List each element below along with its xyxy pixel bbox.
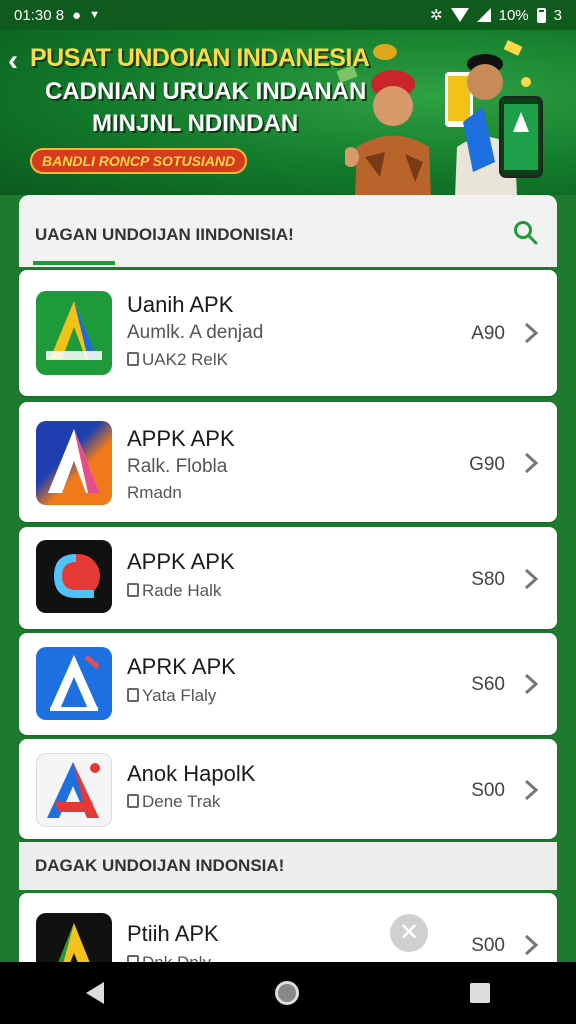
app-price: S60 xyxy=(471,674,505,695)
app-list-item[interactable]: Uanih APK Aumlk. A denjad UAK2 RelK A90 xyxy=(19,270,557,396)
nav-recents-icon[interactable] xyxy=(470,983,491,1003)
status-extra: 3 xyxy=(553,6,562,24)
status-time: 01:30 8 xyxy=(14,6,65,24)
app-description: Ralk. Flobla xyxy=(127,456,228,477)
status-bar: 01:30 8 ● ▼ ✲ 10% 3 xyxy=(0,0,576,30)
section-header: DAGAK UNDOIJAN INDONSIA! xyxy=(19,842,557,890)
app-icon xyxy=(36,753,112,827)
app-name: Anok HapolK xyxy=(127,761,256,786)
app-name: APRK APK xyxy=(127,654,236,679)
app-price: G90 xyxy=(469,454,505,475)
app-name: APPK APK xyxy=(127,426,235,451)
app-name: Uanih APK xyxy=(127,292,234,317)
nav-home-icon[interactable] xyxy=(274,981,299,1005)
chevron-right-icon xyxy=(524,452,539,474)
app-icon xyxy=(36,291,112,375)
banner-title: PUSAT UNDOIAN INDANESIA xyxy=(30,44,370,72)
file-icon xyxy=(127,583,139,597)
app-list-item[interactable]: APPK APK Rade Halk S80 xyxy=(19,527,557,629)
chevron-down-icon: ▼ xyxy=(89,9,100,21)
app-name: APPK APK xyxy=(127,549,235,574)
chevron-right-icon xyxy=(524,779,539,801)
chevron-right-icon xyxy=(524,322,539,344)
app-price: S00 xyxy=(471,780,505,801)
banner-subtitle-2: MINJNL NDINDAN xyxy=(92,110,299,137)
file-icon xyxy=(127,352,139,366)
app-list-item[interactable]: APRK APK Yata Flaly S60 xyxy=(19,633,557,735)
app-icon xyxy=(36,540,112,613)
notification-icon: ● xyxy=(72,6,82,24)
app-description: Aumlk. A denjad xyxy=(127,322,264,343)
file-icon xyxy=(127,794,139,808)
presenter-image xyxy=(345,70,431,195)
search-icon[interactable] xyxy=(513,220,539,246)
app-meta: Dene Trak xyxy=(127,792,220,812)
app-meta-text: UAK2 RelK xyxy=(142,350,228,369)
section-title: DAGAK UNDOIJAN INDONSIA! xyxy=(35,856,285,875)
system-nav-bar xyxy=(0,962,576,1024)
wifi-icon xyxy=(450,8,469,22)
app-name: Ptiih APK xyxy=(127,921,219,946)
file-icon xyxy=(127,688,139,702)
chevron-right-icon xyxy=(524,934,539,956)
chevron-right-icon xyxy=(524,568,539,590)
app-meta: UAK2 RelK xyxy=(127,350,228,370)
app-description: Rade Halk xyxy=(142,581,222,600)
app-description: Dene Trak xyxy=(142,792,221,811)
battery-percent: 10% xyxy=(498,6,529,24)
app-icon xyxy=(36,647,112,720)
app-meta: Yata Flaly xyxy=(127,686,216,706)
app-meta: Rade Halk xyxy=(127,581,221,601)
app-icon xyxy=(36,421,112,505)
app-description: Yata Flaly xyxy=(142,686,217,705)
promo-button[interactable]: BANDLI RONCP SOTUSIAND xyxy=(30,148,248,174)
nav-back-icon[interactable] xyxy=(85,982,104,1004)
chevron-right-icon xyxy=(524,673,539,695)
settings-icon: ✲ xyxy=(430,7,443,24)
signal-icon xyxy=(476,8,491,22)
promo-banner[interactable]: ‹ PUSAT UNDOIAN INDANESIA CADNIAN URUAK … xyxy=(0,30,576,195)
app-price: S00 xyxy=(471,935,505,956)
app-meta-text: Rmadn xyxy=(127,483,182,502)
banner-subtitle-1: CADNIAN URUAK INDANAN xyxy=(45,78,367,105)
app-list-item[interactable]: APPK APK Ralk. Flobla Rmadn G90 xyxy=(19,402,557,522)
close-icon[interactable]: ✕ xyxy=(390,914,428,952)
back-arrow-icon[interactable]: ‹ xyxy=(8,44,18,78)
app-price: A90 xyxy=(471,323,505,344)
app-list-item[interactable]: Anok HapolK Dene Trak S00 xyxy=(19,739,557,839)
list-header-card: UAGAN UNDOIJAN IINDONISIA! xyxy=(19,195,557,267)
presenter-with-phone-image xyxy=(445,54,543,195)
list-header-title: UAGAN UNDOIJAN IINDONISIA! xyxy=(35,225,294,244)
battery-icon xyxy=(536,7,546,23)
tab-indicator xyxy=(33,261,115,265)
app-price: S80 xyxy=(471,569,505,590)
